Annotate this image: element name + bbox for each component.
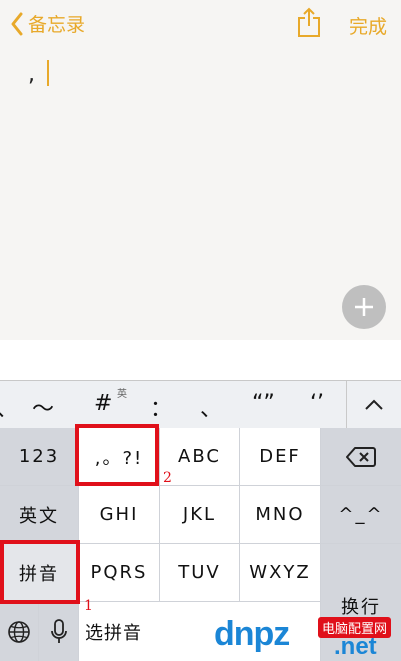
highlight-box-pinyin [0,540,80,604]
microphone-icon [50,618,67,643]
input-band [0,340,401,380]
punct-key[interactable]: ‘’ [310,391,324,416]
annotation-number: 2 [163,470,172,486]
key-tuv[interactable]: TUV [160,544,239,601]
key-emoticon[interactable]: ^_^ [321,486,401,543]
key-mno[interactable]: MNO [240,486,320,543]
punct-key[interactable]: “” [252,391,275,416]
punct-key[interactable]: 、 [0,391,18,423]
chevron-up-icon [365,399,383,410]
key-pqrs[interactable]: PQRS [79,544,159,601]
punct-key[interactable]: ～ [32,391,54,423]
add-button[interactable] [342,285,386,329]
punctuation-row: 、 ～ # 英 ： 、 “” ‘’ [0,380,401,429]
watermark-main: dnpz [214,615,290,653]
collapse-button[interactable] [346,381,401,429]
share-icon[interactable] [296,6,322,38]
text-caret [47,60,49,86]
punct-key[interactable]: 、 [200,391,222,423]
done-button[interactable]: 完成 [349,12,387,39]
globe-button[interactable] [0,602,38,661]
delete-button[interactable] [321,428,401,485]
key-wxyz[interactable]: WXYZ [240,544,320,601]
mic-button[interactable] [39,602,78,661]
key-jkl[interactable]: JKL [160,486,239,543]
note-area: 备忘录 完成 , [0,0,401,340]
plus-icon [355,298,373,316]
delete-icon [346,446,376,467]
punct-superscript: 英 [117,389,127,400]
chevron-left-icon [11,12,23,35]
back-button[interactable]: 备忘录 [10,10,85,37]
key-123[interactable]: 123 [0,428,78,485]
punct-key[interactable]: ： [150,391,172,423]
key-def[interactable]: DEF [240,428,320,485]
key-ghi[interactable]: GHI [79,486,159,543]
back-label: 备忘录 [28,14,86,36]
punct-key[interactable]: # [94,391,112,416]
globe-icon [8,620,30,643]
watermark-net: .net [334,633,377,660]
key-english[interactable]: 英文 [0,486,78,543]
watermark-logo: dnpz 电脑配置网 .net [214,615,398,660]
highlight-box-punct [75,424,159,486]
annotation-number: 1 [84,598,93,614]
note-text[interactable]: , [28,62,35,87]
